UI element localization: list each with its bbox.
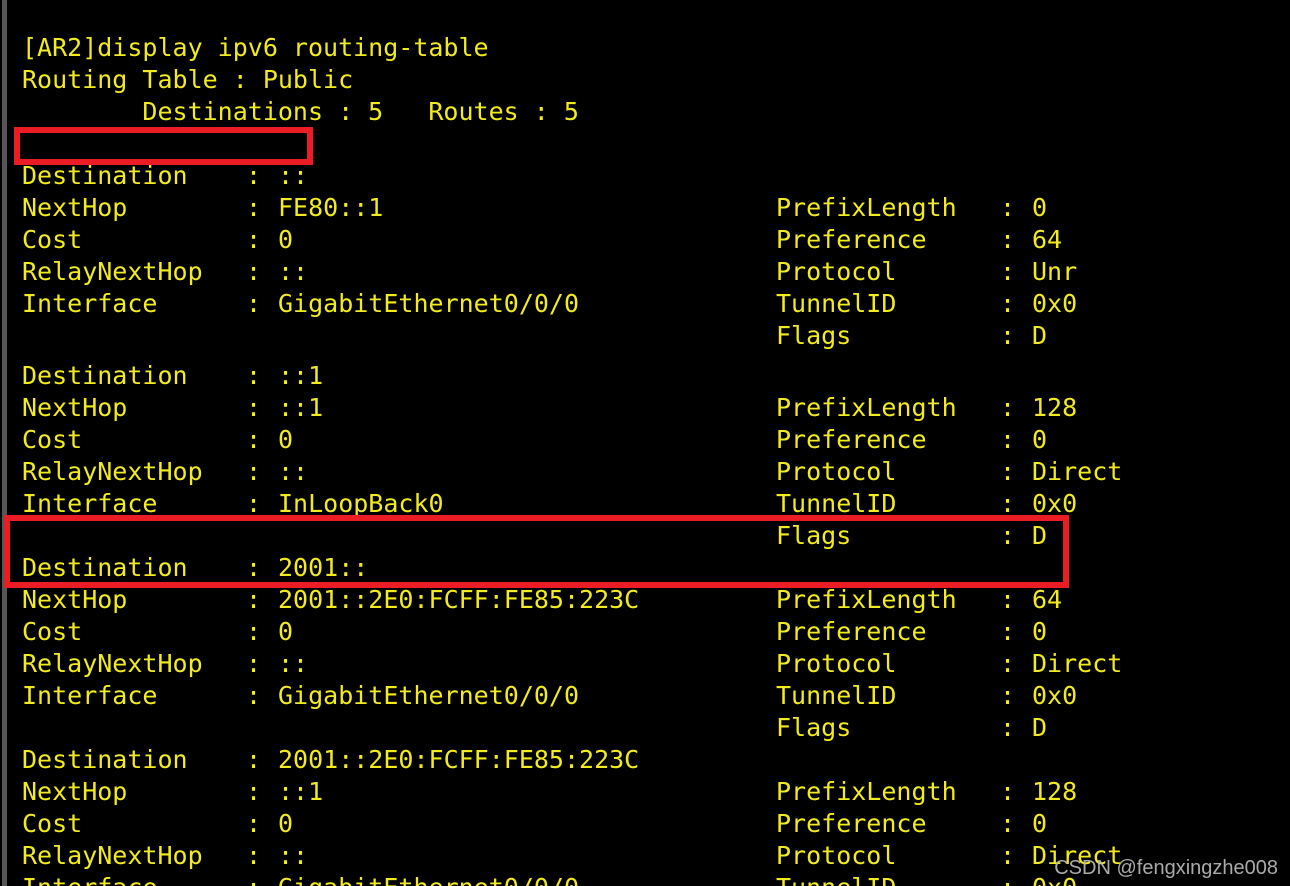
route-row-cost: Cost:0 Protocol: Direct <box>0 392 1290 486</box>
colon-separator: : <box>1000 489 1016 518</box>
routing-table-line: Routing Table : Public <box>0 32 1290 94</box>
tunnelid-value: 0x0 <box>1032 289 1078 318</box>
tunnelid-label: TunnelID <box>776 489 897 518</box>
colon-separator: : <box>1000 681 1016 710</box>
tunnelid-value: 0x0 <box>1032 489 1078 518</box>
colon-separator: : <box>1000 872 1032 886</box>
interface-field: Interface: GigabitEthernet0/0/0 <box>22 288 579 320</box>
colon-separator: : <box>1000 289 1016 318</box>
route-row-nexthop: NextHop:::1 Preference:0 <box>0 360 1290 454</box>
interface-value: InLoopBack0 <box>278 489 444 518</box>
interface-label: Interface <box>22 872 246 886</box>
route-row-destination: Destination:::1 PrefixLength:128 <box>0 328 1290 422</box>
route-row-nexthop: NextHop:2001::2E0:FCFF:FE85:223C Prefere… <box>0 552 1290 646</box>
route-row-relaynexthop: RelayNextHop::: TunnelID:0x0 <box>0 808 1290 886</box>
route-row-interface: Interface: InLoopBack0 Flags: D <box>0 456 1290 550</box>
interface-field: Interface: InLoopBack0 <box>22 488 444 520</box>
summary-text: Destinations : 5 Routes : 5 <box>22 97 579 126</box>
route-row-destination: Destination::: PrefixLength:0 <box>0 128 1290 222</box>
interface-label: Interface <box>22 289 158 318</box>
interface-field: Interface: GigabitEthernet0/0/0 <box>22 680 579 712</box>
route-row-relaynexthop: RelayNextHop::: TunnelID:0x0 <box>0 224 1290 318</box>
colon-separator: : <box>246 289 262 318</box>
tunnelid-field: TunnelID:0x0 <box>776 488 1077 520</box>
command-prompt-line: [AR2]display ipv6 routing-table <box>0 0 1290 62</box>
summary-line: Destinations : 5 Routes : 5 <box>0 64 1290 126</box>
interface-value: GigabitEthernet0/0/0 <box>278 289 580 318</box>
interface-value: GigabitEthernet0/0/0 <box>278 681 580 710</box>
terminal-window: [AR2]display ipv6 routing-table Routing … <box>0 0 1290 886</box>
colon-separator: : <box>246 489 262 518</box>
route-row-interface: Interface:GigabitEthernet0/0/0 Flags:D <box>0 648 1290 742</box>
colon-separator: : <box>246 681 262 710</box>
terminal-output: [AR2]display ipv6 routing-table Routing … <box>0 0 1290 886</box>
route-row-destination: Destination:2001:: PrefixLength:64 <box>0 520 1290 614</box>
route-row-nexthop: NextHop: FE80::1 Preference:64 <box>0 160 1290 254</box>
csdn-watermark: CSDN @fengxingzhe008 <box>1054 857 1278 879</box>
tunnelid-label: TunnelID <box>776 872 1000 886</box>
route-row-relaynexthop: RelayNextHop::: TunnelID:0x0 <box>0 424 1290 518</box>
interface-value: GigabitEthernet0/0/0 <box>278 873 579 886</box>
interface-field: Interface:GigabitEthernet0/0/0 <box>22 872 579 886</box>
route-row-nexthop: NextHop:::1 Preference:0 <box>0 744 1290 838</box>
tunnelid-field: TunnelID:0x0 <box>776 680 1077 712</box>
tunnelid-label: TunnelID <box>776 289 897 318</box>
tunnelid-value: 0x0 <box>1032 681 1078 710</box>
route-row-cost: Cost:0 Protocol: Direct <box>0 776 1290 870</box>
interface-label: Interface <box>22 681 158 710</box>
tunnelid-field: TunnelID:0x0 <box>776 872 1077 886</box>
tunnelid-field: TunnelID:0x0 <box>776 288 1077 320</box>
interface-label: Interface <box>22 489 158 518</box>
route-row-cost: Cost:0 Protocol: Direct <box>0 584 1290 678</box>
route-row-destination: Destination:2001::2E0:FCFF:FE85:223C Pre… <box>0 712 1290 806</box>
route-row-cost: Cost:0 Protocol: Unr <box>0 192 1290 286</box>
colon-separator: : <box>246 872 278 886</box>
route-row-interface: Interface:GigabitEthernet0/0/0 Flags:D <box>0 256 1290 350</box>
tunnelid-label: TunnelID <box>776 681 897 710</box>
route-row-relaynexthop: RelayNextHop::: TunnelID:0x0 <box>0 616 1290 710</box>
